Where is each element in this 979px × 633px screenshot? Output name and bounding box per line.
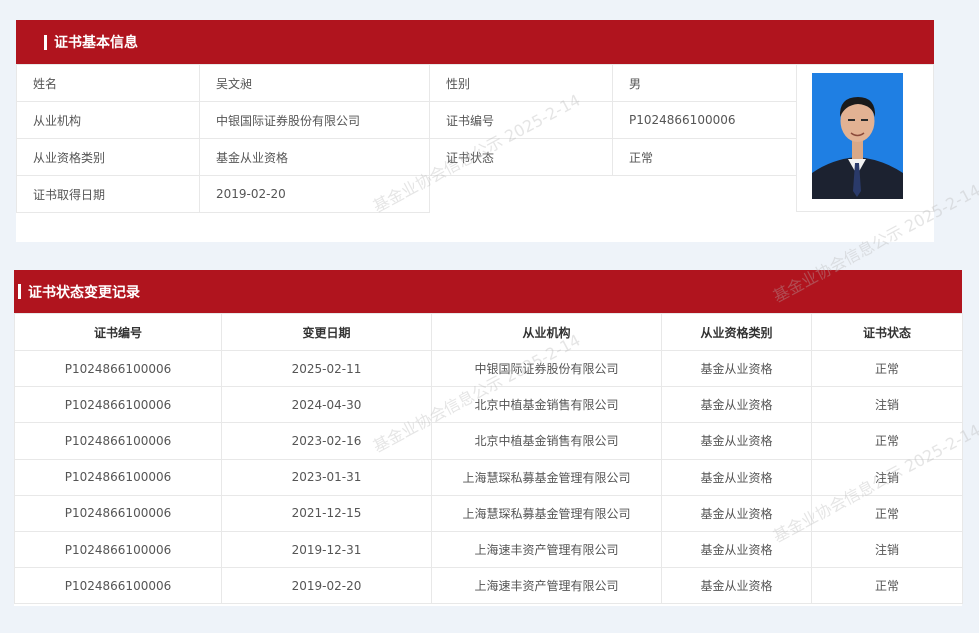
cell-qualification: 基金从业资格	[661, 349, 812, 388]
col-cert-number: 证书编号	[14, 313, 222, 351]
header-accent-bar	[44, 35, 47, 50]
cell-org: 上海速丰资产管理有限公司	[431, 530, 662, 569]
cell-status: 正常	[811, 349, 963, 388]
cell-cert-number: P1024866100006	[14, 458, 222, 496]
cell-change-date: 2019-02-20	[221, 567, 432, 605]
cell-org: 上海慧琛私募基金管理有限公司	[431, 458, 662, 496]
cell-status: 正常	[811, 567, 963, 605]
label-cert-number: 证书编号	[429, 101, 613, 139]
cell-org: 中银国际证券股份有限公司	[431, 349, 662, 388]
cell-qualification: 基金从业资格	[661, 567, 812, 605]
cell-change-date: 2025-02-11	[221, 349, 432, 388]
value-cert-number: P1024866100006	[612, 101, 797, 139]
cell-status: 注销	[811, 386, 963, 424]
value-gender: 男	[612, 64, 797, 102]
cell-qualification: 基金从业资格	[661, 422, 812, 460]
cell-status: 注销	[811, 458, 963, 496]
cell-change-date: 2021-12-15	[221, 494, 432, 532]
cell-org: 北京中植基金销售有限公司	[431, 422, 662, 460]
cell-qualification: 基金从业资格	[661, 386, 812, 424]
label-qualification: 从业资格类别	[16, 138, 200, 176]
label-org: 从业机构	[16, 101, 200, 139]
cell-qualification: 基金从业资格	[661, 494, 812, 532]
col-change-date: 变更日期	[221, 313, 432, 351]
value-qualification: 基金从业资格	[199, 138, 430, 176]
cell-org: 上海速丰资产管理有限公司	[431, 567, 662, 605]
cell-status: 正常	[811, 422, 963, 460]
header-accent-bar	[18, 284, 21, 299]
col-status: 证书状态	[811, 313, 963, 351]
info-row-qualification: 从业资格类别 基金从业资格 证书状态 正常	[16, 138, 797, 176]
cell-cert-number: P1024866100006	[14, 567, 222, 605]
cell-qualification: 基金从业资格	[661, 458, 812, 496]
basic-info-header: 证书基本信息	[16, 20, 934, 64]
value-obtained-date: 2019-02-20	[199, 175, 430, 213]
basic-info-title: 证书基本信息	[54, 35, 138, 51]
cell-cert-number: P1024866100006	[14, 422, 222, 460]
cell-status: 正常	[811, 494, 963, 532]
cell-cert-number: P1024866100006	[14, 349, 222, 388]
basic-info-table: 姓名 吴文昶 性别 男 从业机构 中银国际证券股份有限公司 证书编号 P1024…	[16, 64, 797, 213]
photo-frame	[796, 64, 934, 212]
table-row: P1024866100006 2021-12-15 上海慧琛私募基金管理有限公司…	[14, 494, 963, 532]
value-cert-status: 正常	[612, 138, 797, 176]
empty-cell	[429, 175, 613, 213]
cell-change-date: 2019-12-31	[221, 530, 432, 569]
table-row: P1024866100006 2024-04-30 北京中植基金销售有限公司 基…	[14, 386, 963, 424]
cell-org: 北京中植基金销售有限公司	[431, 386, 662, 424]
value-name: 吴文昶	[199, 64, 430, 102]
records-header: 证书状态变更记录	[14, 270, 962, 313]
basic-info-panel: 证书基本信息 姓名 吴文昶 性别 男 从业机构 中银国际证券股份有限公司 证书编…	[16, 20, 934, 242]
cell-qualification: 基金从业资格	[661, 530, 812, 569]
info-row-date: 证书取得日期 2019-02-20	[16, 175, 797, 213]
person-photo	[812, 73, 903, 199]
value-org: 中银国际证券股份有限公司	[199, 101, 430, 139]
status-records-table: 证书编号 变更日期 从业机构 从业资格类别 证书状态 P102486610000…	[14, 313, 963, 605]
table-header-row: 证书编号 变更日期 从业机构 从业资格类别 证书状态	[14, 313, 963, 351]
col-qualification: 从业资格类别	[661, 313, 812, 351]
cell-org: 上海慧琛私募基金管理有限公司	[431, 494, 662, 532]
label-obtained-date: 证书取得日期	[16, 175, 200, 213]
cell-change-date: 2024-04-30	[221, 386, 432, 424]
cell-status: 注销	[811, 530, 963, 569]
table-row: P1024866100006 2023-02-16 北京中植基金销售有限公司 基…	[14, 422, 963, 460]
table-row: P1024866100006 2019-02-20 上海速丰资产管理有限公司 基…	[14, 567, 963, 605]
status-records-panel: 证书状态变更记录 证书编号 变更日期 从业机构 从业资格类别 证书状态 P102…	[14, 270, 963, 606]
table-row: P1024866100006 2025-02-11 中银国际证券股份有限公司 基…	[14, 349, 963, 388]
label-gender: 性别	[429, 64, 613, 102]
label-cert-status: 证书状态	[429, 138, 613, 176]
table-row: P1024866100006 2019-12-31 上海速丰资产管理有限公司 基…	[14, 530, 963, 569]
cell-cert-number: P1024866100006	[14, 386, 222, 424]
empty-cell	[612, 175, 797, 213]
col-org: 从业机构	[431, 313, 662, 351]
table-row: P1024866100006 2023-01-31 上海慧琛私募基金管理有限公司…	[14, 458, 963, 496]
cell-change-date: 2023-01-31	[221, 458, 432, 496]
records-title: 证书状态变更记录	[28, 284, 140, 301]
cell-change-date: 2023-02-16	[221, 422, 432, 460]
info-row-org: 从业机构 中银国际证券股份有限公司 证书编号 P1024866100006	[16, 101, 797, 139]
label-name: 姓名	[16, 64, 200, 102]
cell-cert-number: P1024866100006	[14, 494, 222, 532]
info-row-name: 姓名 吴文昶 性别 男	[16, 64, 797, 102]
cell-cert-number: P1024866100006	[14, 530, 222, 569]
